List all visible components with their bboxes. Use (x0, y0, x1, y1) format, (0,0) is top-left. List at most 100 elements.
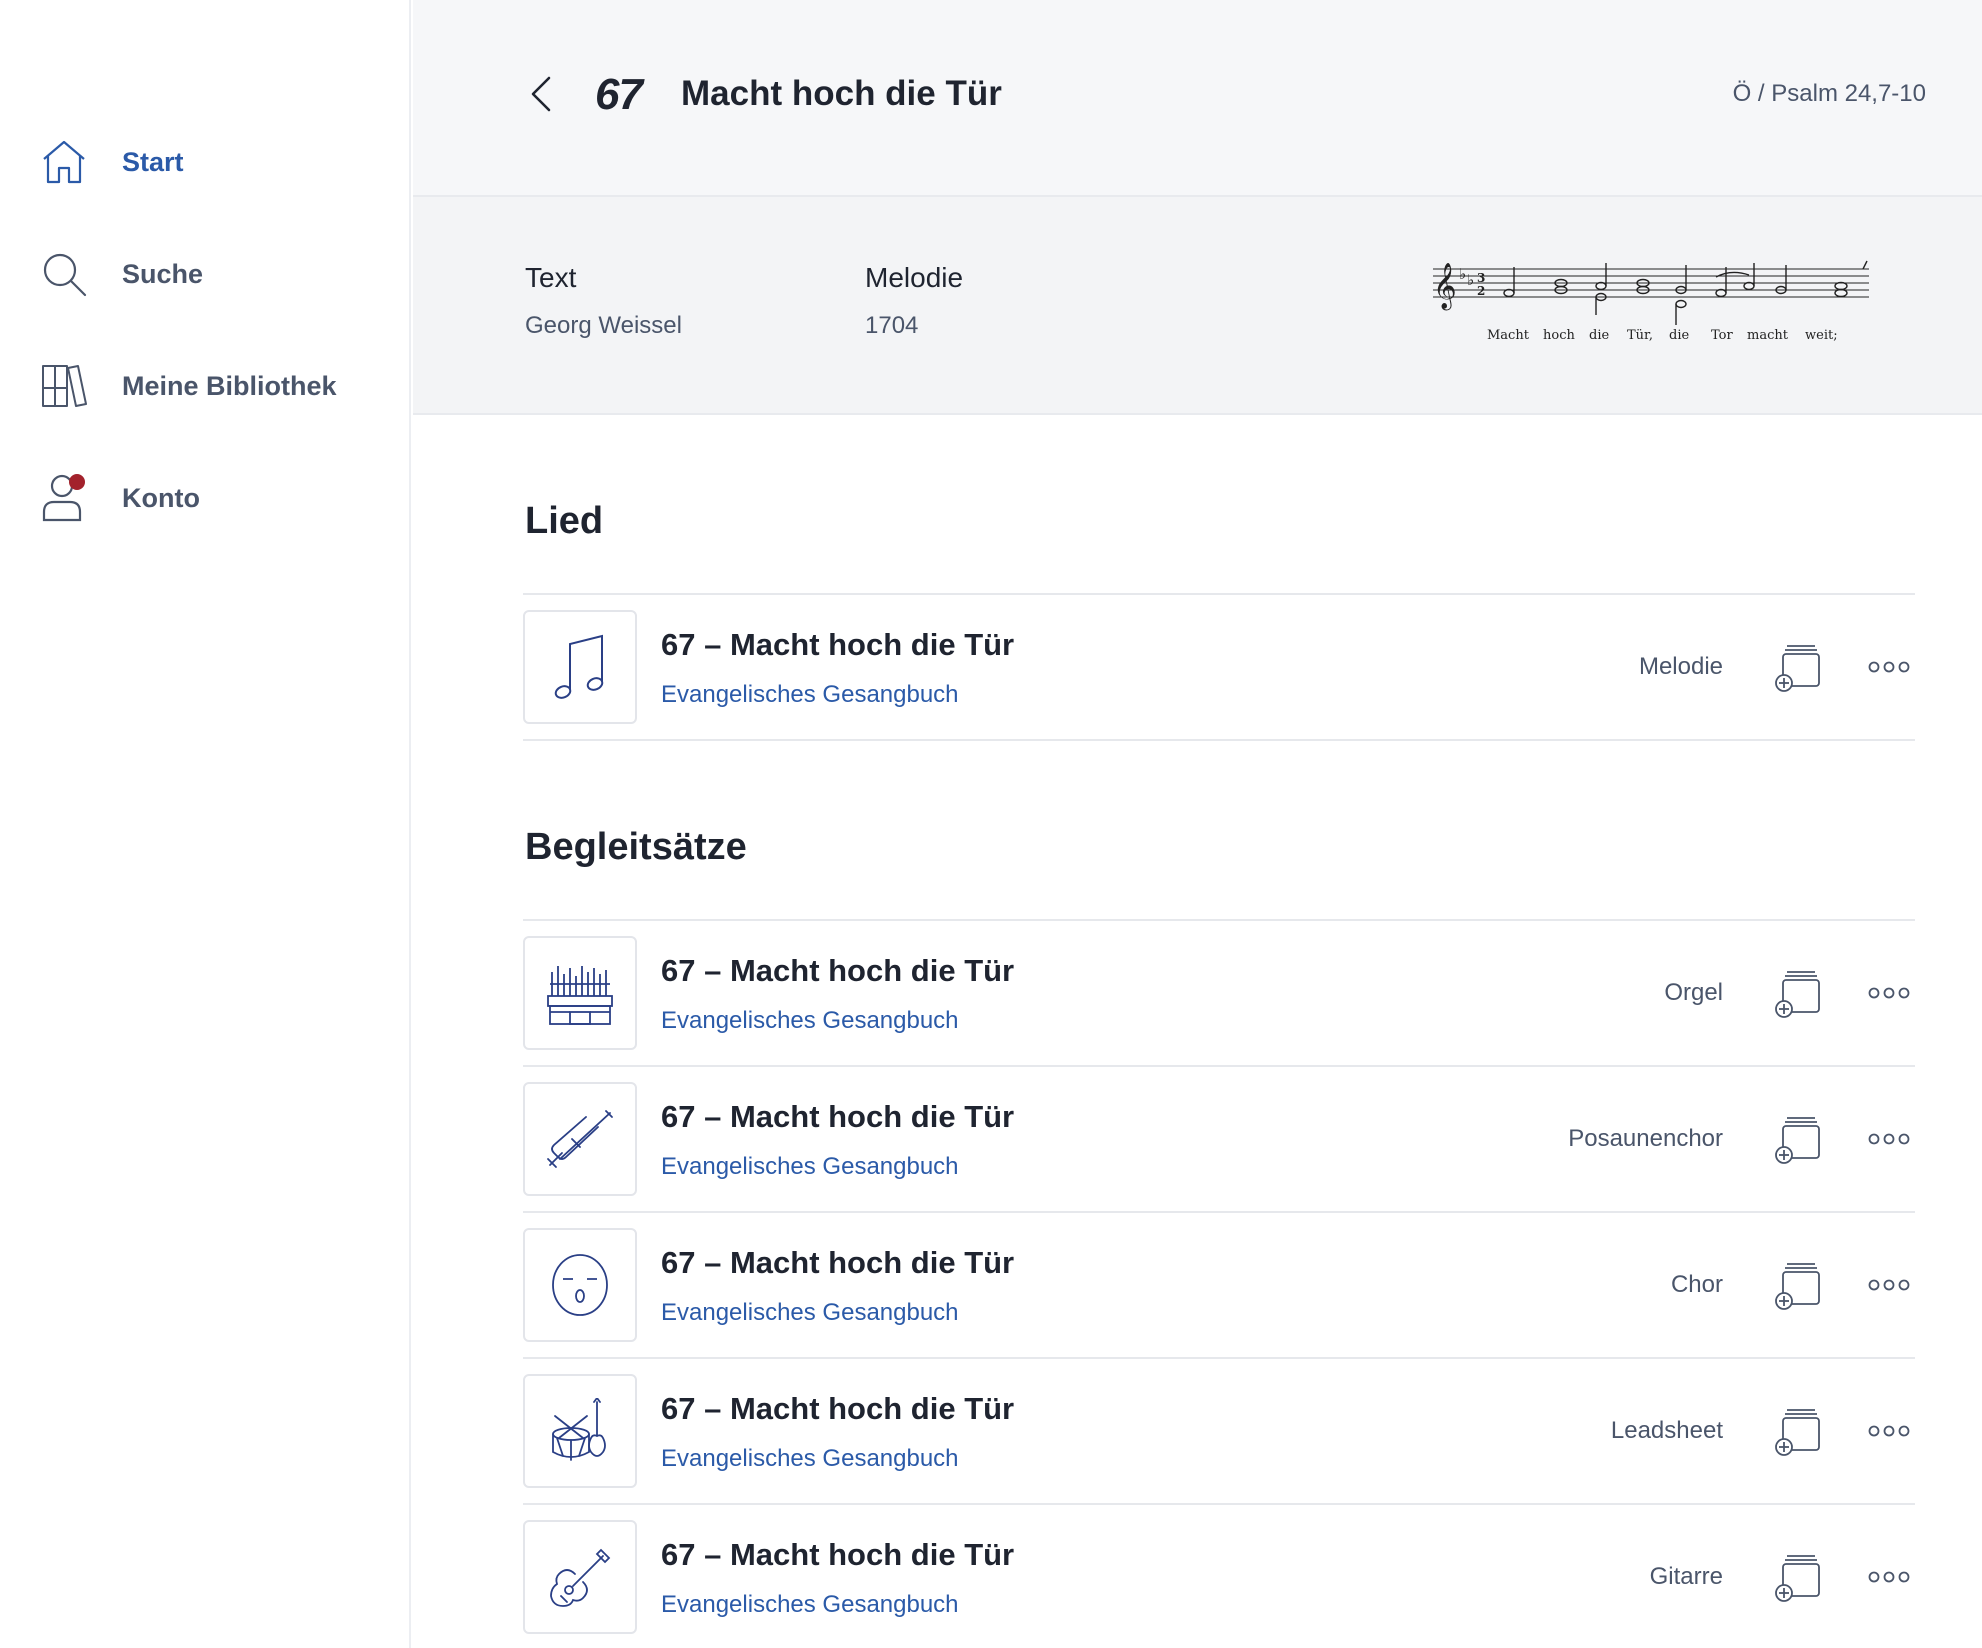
music-note-icon (554, 634, 604, 699)
text-label: Text (525, 262, 577, 293)
search-icon (38, 248, 90, 300)
item-type: Chor (1670, 1271, 1723, 1298)
song-header: 67 Macht hoch die Tür Ö / Psalm 24,7-10 (413, 0, 1982, 195)
lyric-word: weit; (1805, 328, 1838, 343)
sidebar-item-label: Start (122, 146, 184, 177)
lyric-word: die (1589, 328, 1609, 343)
chevron-left-icon (531, 76, 551, 112)
lyric-word: die (1669, 328, 1689, 343)
more-options-button[interactable] (1867, 981, 1911, 1005)
item-title: 67 – Macht hoch die Tür (661, 1245, 1015, 1280)
more-dots-icon (1868, 1425, 1910, 1437)
text-info: Text Georg Weissel (525, 262, 682, 340)
organ-icon (547, 966, 613, 1025)
item-type: Posaunenchor (1568, 1125, 1723, 1152)
lyric-word: Tor (1711, 328, 1733, 343)
add-to-library-icon (1775, 1409, 1820, 1456)
list-item[interactable]: 67 – Macht hoch die Tür Evangelisches Ge… (523, 1359, 1915, 1505)
section-title-lied: Lied (525, 500, 604, 542)
more-options-button[interactable] (1867, 1419, 1911, 1443)
more-dots-icon (1868, 1571, 1910, 1583)
sidebar-item-meine-bibliothek[interactable]: Meine Bibliothek (38, 356, 398, 416)
add-to-library-button[interactable] (1773, 1553, 1823, 1603)
item-title: 67 – Macht hoch die Tür (661, 1391, 1015, 1426)
item-title: 67 – Macht hoch die Tür (661, 1537, 1015, 1572)
add-to-library-button[interactable] (1773, 1115, 1823, 1165)
svg-text:♭: ♭ (1467, 271, 1474, 289)
sidebar-item-label: Konto (122, 482, 200, 513)
item-source-link[interactable]: Evangelisches Gesangbuch (661, 1153, 959, 1181)
page-title: Macht hoch die Tür (681, 74, 1002, 113)
svg-text:2: 2 (1477, 284, 1485, 298)
lyric-word: macht (1747, 328, 1789, 343)
band-instruments-icon (552, 1398, 606, 1461)
item-source-link[interactable]: Evangelisches Gesangbuch (661, 1591, 959, 1619)
sidebar-item-suche[interactable]: Suche (38, 244, 398, 304)
add-to-library-button[interactable] (1773, 969, 1823, 1019)
lyric-word: Macht (1487, 328, 1530, 343)
sidebar-item-start[interactable]: Start (38, 132, 398, 192)
add-to-library-icon (1775, 1555, 1820, 1602)
trombone-icon (547, 1110, 613, 1168)
lyric-word: hoch (1543, 328, 1575, 343)
song-thumbnail[interactable] (523, 1228, 637, 1342)
item-source-link[interactable]: Evangelisches Gesangbuch (661, 1445, 959, 1473)
sidebar-item-konto[interactable]: Konto (38, 468, 398, 528)
singing-face-icon (552, 1254, 608, 1316)
home-icon (38, 136, 90, 188)
more-dots-icon (1868, 1133, 1910, 1145)
notification-badge (69, 474, 85, 490)
item-type: Gitarre (1649, 1563, 1723, 1590)
item-title: 67 – Macht hoch die Tür (661, 627, 1015, 662)
song-reference: Ö / Psalm 24,7-10 (1732, 80, 1926, 107)
melody-info: Melodie 1704 (865, 262, 963, 340)
add-to-library-icon (1775, 971, 1820, 1018)
add-to-library-button[interactable] (1773, 643, 1823, 693)
guitar-icon (550, 1548, 611, 1607)
song-thumbnail[interactable] (523, 936, 637, 1050)
sidebar: Start Suche Meine Bibliothek Konto (0, 0, 411, 1648)
list-item[interactable]: 67 – Macht hoch die Tür Evangelisches Ge… (523, 921, 1915, 1067)
list-item[interactable]: 67 – Macht hoch die Tür Evangelisches Ge… (523, 1067, 1915, 1213)
song-thumbnail[interactable] (523, 610, 637, 724)
more-options-button[interactable] (1867, 1273, 1911, 1297)
melody-notation[interactable]: 𝄞 ♭ ♭ 3 2 Macht hoch die Tür, die Tor ma… (1431, 255, 1871, 345)
svg-text:3: 3 (1477, 271, 1485, 285)
item-source-link[interactable]: Evangelisches Gesangbuch (661, 681, 959, 709)
add-to-library-button[interactable] (1773, 1407, 1823, 1457)
add-to-library-icon (1775, 1117, 1820, 1164)
list-item[interactable]: 67 – Macht hoch die Tür Evangelisches Ge… (523, 1213, 1915, 1359)
list-item[interactable]: 67 – Macht hoch die Tür Evangelisches Ge… (523, 595, 1915, 741)
song-thumbnail[interactable] (523, 1082, 637, 1196)
melody-year: 1704 (865, 312, 919, 339)
song-info: Text Georg Weissel Melodie 1704 𝄞 ♭ ♭ 3 … (413, 195, 1982, 415)
more-dots-icon (1868, 1279, 1910, 1291)
library-icon (38, 360, 90, 412)
sidebar-item-label: Suche (122, 258, 204, 289)
back-button[interactable] (523, 72, 559, 116)
item-source-link[interactable]: Evangelisches Gesangbuch (661, 1299, 959, 1327)
item-title: 67 – Macht hoch die Tür (661, 1099, 1015, 1134)
song-thumbnail[interactable] (523, 1520, 637, 1634)
more-dots-icon (1868, 661, 1910, 673)
item-title: 67 – Macht hoch die Tür (661, 953, 1015, 988)
song-number: 67 (595, 70, 643, 119)
more-options-button[interactable] (1867, 1565, 1911, 1589)
more-options-button[interactable] (1867, 655, 1911, 679)
list-item[interactable]: 67 – Macht hoch die Tür Evangelisches Ge… (523, 1505, 1915, 1648)
sidebar-item-label: Meine Bibliothek (122, 370, 337, 401)
item-type: Orgel (1664, 979, 1723, 1006)
add-to-library-button[interactable] (1773, 1261, 1823, 1311)
melody-label: Melodie (865, 262, 964, 293)
item-source-link[interactable]: Evangelisches Gesangbuch (661, 1007, 959, 1035)
item-type: Melodie (1638, 653, 1723, 680)
svg-text:♭: ♭ (1459, 265, 1466, 283)
item-type: Leadsheet (1610, 1417, 1723, 1444)
song-thumbnail[interactable] (523, 1374, 637, 1488)
account-icon (38, 472, 90, 524)
main-content: 67 Macht hoch die Tür Ö / Psalm 24,7-10 … (413, 0, 1982, 1648)
section-title-begleitsaetze: Begleitsätze (525, 826, 747, 868)
more-options-button[interactable] (1867, 1127, 1911, 1151)
add-to-library-icon (1775, 645, 1820, 692)
lyric-word: Tür, (1627, 328, 1653, 343)
